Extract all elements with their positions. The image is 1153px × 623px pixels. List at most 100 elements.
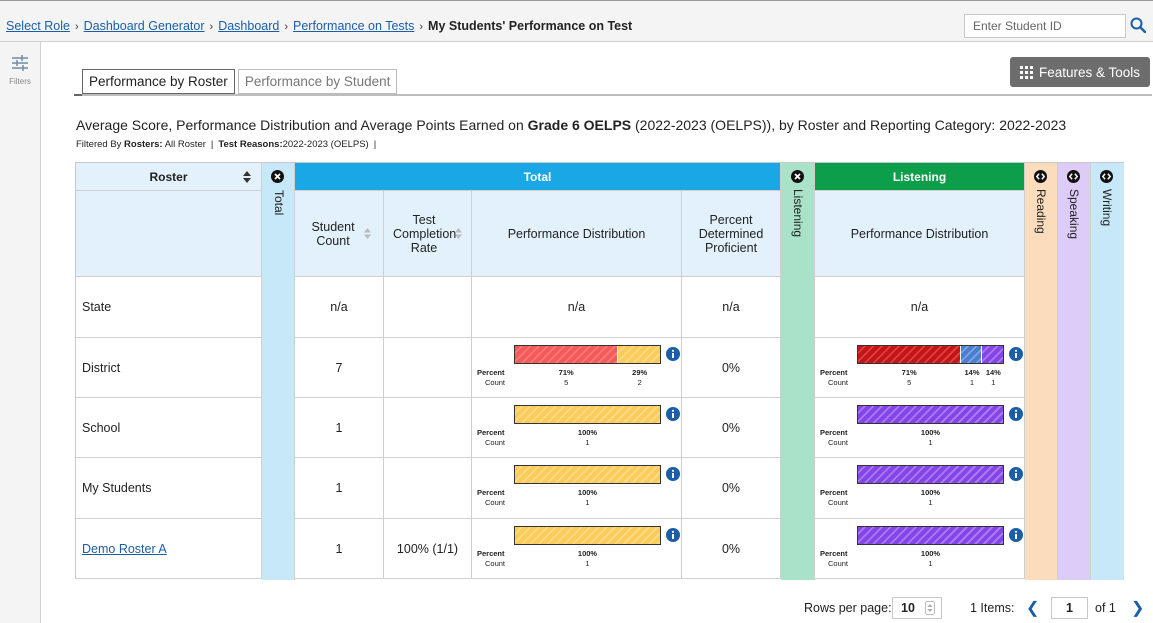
performance-distribution-cell: 100% 1 Percent Count	[815, 398, 1025, 458]
percent-label: Percent	[820, 488, 848, 497]
breadcrumb-separator: ›	[284, 21, 289, 33]
distribution-bar[interactable]	[857, 405, 1004, 424]
distribution-segment-red	[515, 346, 618, 363]
rows-per-page-label: Rows per page:	[804, 601, 892, 615]
info-icon[interactable]	[666, 467, 680, 481]
distribution-percent: 100%	[920, 428, 941, 437]
distribution-chart: 71% 5 14% 1 14% 1 Percent Count	[815, 338, 1025, 398]
student-count-header[interactable]: Student Count	[295, 191, 384, 277]
filters-label: Filters	[9, 77, 31, 86]
roster-link[interactable]: Demo Roster A	[82, 542, 167, 556]
distribution-count: 1	[585, 498, 590, 507]
left-rail: Filters	[0, 42, 41, 623]
info-icon[interactable]	[1009, 407, 1023, 421]
tab-performance-by-student[interactable]: Performance by Student	[237, 69, 398, 94]
test-completion-rate-header[interactable]: Test Completion Rate	[384, 191, 472, 277]
info-button[interactable]	[666, 347, 680, 361]
distribution-count: 5	[564, 378, 569, 387]
info-button[interactable]	[1009, 407, 1023, 421]
distribution-percent: 14%	[985, 368, 1001, 377]
distribution-bar[interactable]	[857, 526, 1004, 545]
filters-sliders-icon	[12, 55, 28, 71]
listening-collapse-button[interactable]	[791, 170, 804, 186]
distribution-percent: 71%	[558, 368, 574, 377]
tab-performance-by-roster[interactable]: Performance by Roster	[82, 69, 235, 94]
info-icon[interactable]	[666, 528, 680, 542]
distribution-bar[interactable]	[857, 345, 1004, 364]
total-collapsed-label: Total	[272, 190, 286, 216]
distribution-bar[interactable]	[514, 345, 661, 364]
student-count-cell: n/a	[295, 277, 384, 338]
page-number-input[interactable]: 1	[1051, 597, 1088, 619]
student-count-header-label: Student Count	[311, 219, 355, 248]
view-tabs: Performance by Roster Performance by Stu…	[82, 69, 400, 94]
total-dist-na: n/a	[472, 277, 682, 338]
table-row-roster: State	[76, 277, 262, 338]
previous-page-icon[interactable]: ❮	[1026, 598, 1039, 618]
distribution-bar[interactable]	[514, 526, 661, 545]
breadcrumb-dashboard-generator[interactable]: Dashboard Generator	[84, 19, 205, 33]
percent-label: Percent	[477, 488, 505, 497]
distribution-chart: 100% 1 Percent Count	[472, 398, 682, 458]
info-button[interactable]	[1009, 528, 1023, 542]
count-label: Count	[828, 438, 849, 447]
test-reasons-label: Test Reasons:	[218, 139, 283, 150]
performance-distribution-header: Performance Distribution	[472, 191, 682, 277]
filters-button[interactable]: Filters	[4, 54, 36, 94]
student-id-search-input[interactable]	[964, 14, 1126, 38]
info-button[interactable]	[1009, 467, 1023, 481]
info-button[interactable]	[666, 528, 680, 542]
count-label: Count	[485, 378, 506, 387]
percent-proficient-cell: 0%	[682, 398, 781, 458]
breadcrumb-dashboard[interactable]: Dashboard	[218, 19, 279, 33]
breadcrumb-performance-on-tests[interactable]: Performance on Tests	[293, 19, 414, 33]
rows-per-page-select[interactable]: 10	[892, 597, 942, 619]
percent-label: Percent	[477, 368, 505, 377]
listening-group-header: Listening	[815, 163, 1025, 191]
speaking-expand-button[interactable]	[1067, 170, 1080, 186]
top-bar: Select Role › Dashboard Generator › Dashboar…	[0, 0, 1153, 42]
performance-distribution-cell: 71% 5 14% 1 14% 1 Percent Count	[815, 338, 1025, 398]
sort-icon	[364, 228, 371, 239]
report-title-prefix: Average Score, Performance Distribution …	[76, 117, 528, 133]
table-row-roster: My Students	[76, 458, 262, 519]
percent-label: Percent	[477, 549, 505, 558]
info-icon[interactable]	[1009, 528, 1023, 542]
distribution-percent: 71%	[901, 368, 917, 377]
info-icon[interactable]	[1009, 347, 1023, 361]
distribution-chart: 100% 1 Percent Count	[472, 519, 682, 579]
writing-expand-button[interactable]	[1100, 170, 1113, 186]
report-title-suffix: (2022-2023 (OELPS)), by Roster and Repor…	[631, 117, 1067, 133]
count-label: Count	[828, 498, 849, 507]
reading-label: Reading	[1034, 189, 1048, 234]
search-button[interactable]	[1127, 13, 1149, 37]
writing-label: Writing	[1100, 189, 1114, 227]
info-button[interactable]	[1009, 347, 1023, 361]
roster-name: My Students	[82, 481, 152, 495]
info-button[interactable]	[666, 407, 680, 421]
search-icon	[1130, 17, 1146, 33]
close-circle-icon	[791, 170, 804, 183]
next-page-icon[interactable]: ❯	[1131, 598, 1144, 618]
student-count-cell: 7	[295, 338, 384, 398]
info-button[interactable]	[666, 467, 680, 481]
test-completion-rate-header-label: Test Completion Rate	[393, 212, 457, 255]
reading-expand-button[interactable]	[1034, 170, 1047, 186]
grid-dots-icon	[1019, 65, 1033, 79]
features-and-tools-button[interactable]: Features & Tools	[1010, 57, 1150, 87]
percent-proficient-cell: 0%	[682, 519, 781, 579]
info-icon[interactable]	[666, 407, 680, 421]
info-icon[interactable]	[666, 347, 680, 361]
info-icon[interactable]	[1009, 467, 1023, 481]
distribution-bar[interactable]	[857, 465, 1004, 484]
distribution-bar[interactable]	[514, 465, 661, 484]
sort-ascending-icon	[243, 171, 251, 183]
distribution-bar[interactable]	[514, 405, 661, 424]
listening-performance-distribution-header: Performance Distribution	[815, 191, 1025, 277]
breadcrumb-select-role[interactable]: Select Role	[6, 19, 70, 33]
roster-column-header[interactable]: Roster	[76, 163, 262, 191]
distribution-count: 2	[637, 378, 642, 387]
performance-distribution-cell: 100% 1 Percent Count	[815, 458, 1025, 519]
total-collapse-button[interactable]	[271, 170, 284, 186]
breadcrumb-current: My Students' Performance on Test	[428, 19, 633, 33]
